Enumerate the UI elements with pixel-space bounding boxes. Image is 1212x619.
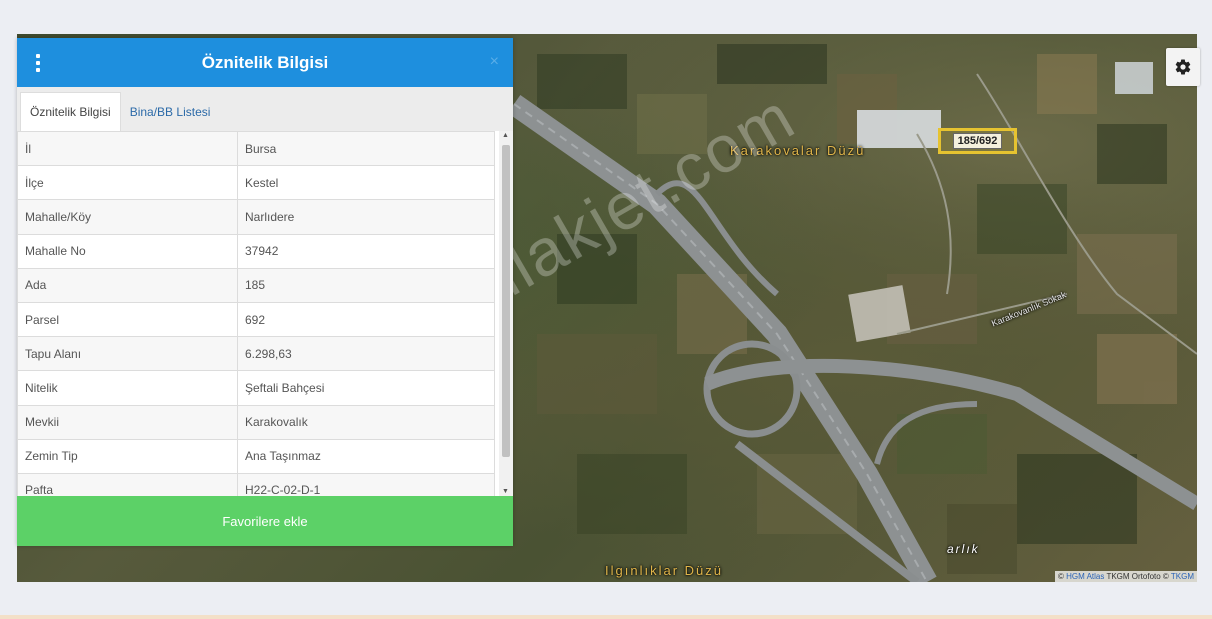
table-row: İlçe Kestel [17, 165, 495, 201]
attribute-key: Ada [17, 267, 238, 303]
panel-header: Öznitelik Bilgisi × [17, 38, 513, 87]
attribute-key: Pafta [17, 472, 238, 496]
close-icon[interactable]: × [490, 53, 499, 71]
table-row: İl Bursa [17, 131, 495, 167]
selected-parcel[interactable]: 185/692 [938, 128, 1017, 154]
attribute-value: 37942 [237, 233, 495, 269]
table-scrollbar[interactable]: ▲ ▼ [499, 131, 513, 496]
table-row: Pafta H22-C-02-D-1 [17, 472, 495, 496]
settings-button[interactable] [1166, 48, 1200, 86]
attribute-value: Narlıdere [237, 199, 495, 235]
gear-icon [1175, 59, 1191, 75]
tab-oznitelik-bilgisi[interactable]: Öznitelik Bilgisi [20, 92, 121, 131]
attribute-key: Parsel [17, 301, 238, 338]
attribute-key: Tapu Alanı [17, 336, 238, 372]
table-row: Tapu Alanı 6.298,63 [17, 336, 495, 372]
table-row: Mevkii Karakovalık [17, 404, 495, 440]
map-label-arlik: arlık [947, 542, 980, 556]
attribution-prefix: © [1058, 572, 1067, 581]
map-attribution: © HGM Atlas TKGM Ortofoto © TKGM [1055, 571, 1197, 582]
attribute-value: Bursa [237, 131, 495, 167]
attribute-value: Karakovalık [237, 404, 495, 440]
attribution-hgm-link[interactable]: HGM Atlas [1066, 572, 1104, 581]
attribute-key: Zemin Tip [17, 438, 238, 474]
scroll-up-icon[interactable]: ▲ [502, 132, 509, 139]
attribute-key: Nitelik [17, 370, 238, 406]
attribute-value: Ana Taşınmaz [237, 438, 495, 474]
tab-bina-bb-listesi[interactable]: Bina/BB Listesi [121, 92, 220, 131]
attribute-value: 185 [237, 267, 495, 303]
attribute-table-container[interactable]: İl Bursa İlçe Kestel Mahalle/Köy Narlıdere Mah… [17, 131, 513, 496]
scroll-down-icon[interactable]: ▼ [502, 488, 509, 495]
add-to-favorites-button[interactable]: Favorilere ekle [17, 496, 513, 546]
table-row: Mahalle/Köy Narlıdere [17, 199, 495, 235]
panel-tabs: Öznitelik Bilgisi Bina/BB Listesi [17, 87, 513, 131]
vertical-dots-icon[interactable] [31, 51, 45, 75]
map-label-ilginliklar: Ilgınlıklar Düzü [605, 563, 723, 578]
table-row: Zemin Tip Ana Taşınmaz [17, 438, 495, 474]
attribute-key: İlçe [17, 165, 238, 201]
attribute-key: Mevkii [17, 404, 238, 440]
attribute-key: Mahalle/Köy [17, 199, 238, 235]
panel-title: Öznitelik Bilgisi [201, 52, 329, 72]
attribute-panel: Öznitelik Bilgisi × Öznitelik Bilgisi Bi… [17, 38, 513, 546]
attribute-value: 692 [237, 301, 495, 338]
page-bottom-border [0, 615, 1212, 619]
attribute-value: Şeftali Bahçesi [237, 370, 495, 406]
scrollbar-thumb[interactable] [502, 145, 510, 457]
table-row: Nitelik Şeftali Bahçesi [17, 370, 495, 406]
attribute-value: 6.298,63 [237, 336, 495, 372]
attribution-middle: TKGM Ortofoto © [1104, 572, 1171, 581]
table-row: Ada 185 [17, 267, 495, 303]
parcel-label: 185/692 [952, 133, 1003, 149]
attribute-value: Kestel [237, 165, 495, 201]
attribution-tkgm-link[interactable]: TKGM [1171, 572, 1194, 581]
table-row: Mahalle No 37942 [17, 233, 495, 269]
table-row: Parsel 692 [17, 301, 495, 338]
attribute-value: H22-C-02-D-1 [237, 472, 495, 496]
attribute-table: İl Bursa İlçe Kestel Mahalle/Köy Narlıdere Mah… [17, 131, 495, 496]
attribute-key: İl [17, 131, 238, 167]
attribute-key: Mahalle No [17, 233, 238, 269]
